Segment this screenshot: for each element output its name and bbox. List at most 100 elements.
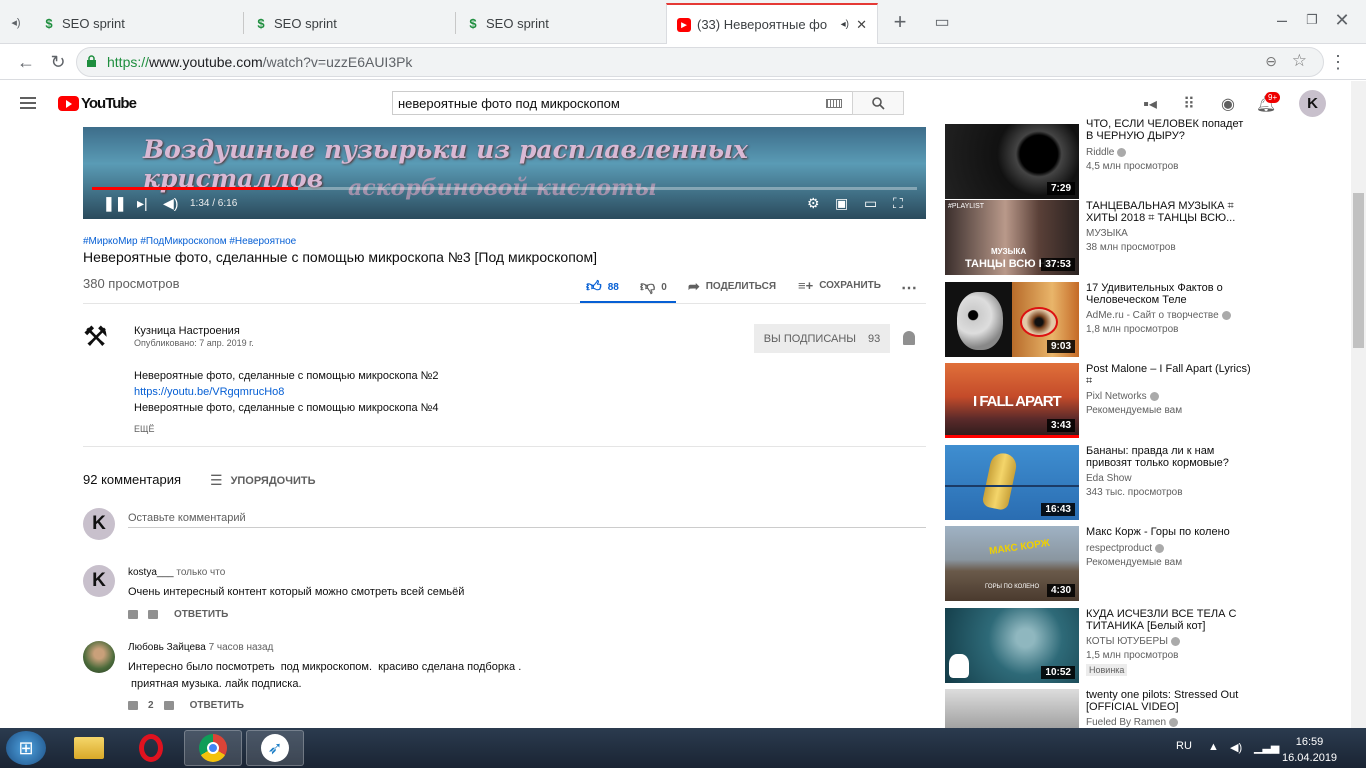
tab-audio-icon[interactable]: ◂) — [841, 19, 849, 30]
taskbar-opera[interactable] — [122, 730, 180, 766]
reply-button[interactable]: ОТВЕТИТЬ — [190, 700, 244, 711]
create-video-icon[interactable]: ▪◂ — [1140, 95, 1160, 113]
fullscreen-icon[interactable]: ⛶ — [893, 195, 903, 212]
time-display: 1:34 / 6:16 — [190, 198, 238, 209]
video-thumbnail: #PLAYLIST МУЗЫКА ТАНЦЫ ВСЮ НО 37:53 — [945, 200, 1079, 275]
save-button[interactable]: ≡+ СОХРАНИТЬ — [798, 278, 881, 293]
miniplayer-icon[interactable]: ▣ — [835, 195, 848, 212]
thumbnail-text: ГОРЫ ПО КОЛЕНО — [985, 584, 1040, 590]
scrollbar-thumb[interactable] — [1353, 193, 1364, 348]
browser-tab-2[interactable]: $ SEO sprint — [244, 3, 454, 44]
progress-bar[interactable] — [92, 187, 917, 190]
close-window-icon[interactable]: ✕ — [1330, 8, 1354, 32]
recommended-meta: 1,8 млн просмотров — [1086, 324, 1179, 335]
next-icon[interactable]: ▸| — [137, 195, 148, 212]
recommended-channel: КОТЫ ЮТУБЕРЫ — [1086, 636, 1180, 647]
verified-icon — [1221, 310, 1231, 320]
language-indicator[interactable]: RU — [1176, 740, 1192, 752]
divider — [83, 446, 926, 447]
verified-icon — [1171, 636, 1180, 646]
recommended-meta: 343 тыс. просмотров — [1086, 487, 1183, 498]
browser-tab-youtube[interactable]: ▶ (33) Невероятные фото, ◂) ✕ — [666, 3, 878, 44]
new-tab-icon[interactable]: + — [888, 9, 912, 34]
search-input[interactable]: невероятные фото под микроскопом — [392, 91, 853, 115]
recommended-meta: Рекомендуемые вам — [1086, 405, 1183, 416]
pause-icon[interactable]: ❚❚ — [103, 195, 126, 212]
browser-tab-3[interactable]: $ SEO sprint — [456, 3, 666, 44]
channel-avatar[interactable]: ⚒ — [83, 320, 121, 356]
menu-icon[interactable] — [20, 97, 36, 109]
recommended-video[interactable]: 16:43 Бананы: правда ли к нам привозят т… — [945, 445, 1365, 523]
thumbs-down-icon[interactable] — [163, 701, 174, 710]
recommended-video[interactable]: 9:03 17 Удивительных Фактов о Человеческ… — [945, 282, 1365, 360]
url-field[interactable]: https://www.youtube.com/watch?v=uzzE6AUI… — [76, 47, 1324, 77]
like-button[interactable]: 👍︎ 88 — [586, 278, 619, 296]
comment-avatar-photo[interactable] — [83, 641, 115, 673]
network-icon[interactable]: ▁▃▅ — [1254, 741, 1279, 754]
show-more-button[interactable]: ЕЩЁ — [134, 424, 154, 434]
dislike-button[interactable]: 👎︎ 0 — [640, 278, 667, 296]
taskbar-chrome[interactable] — [184, 730, 242, 766]
description-link[interactable]: https://youtu.be/VRgqmrucHo8 — [134, 386, 284, 398]
apps-icon[interactable]: ⠿ — [1179, 95, 1199, 113]
chrome-icon — [199, 734, 227, 762]
taskbar-app[interactable]: ➶ — [246, 730, 304, 766]
comment-actions: ОТВЕТИТЬ — [128, 609, 228, 620]
thumbnail-text: МАКС КОРЖ — [988, 537, 1051, 558]
reload-icon[interactable]: ↻ — [46, 50, 70, 74]
keyboard-icon[interactable] — [826, 99, 842, 108]
recommended-video[interactable]: #PLAYLIST МУЗЫКА ТАНЦЫ ВСЮ НО 37:53 ТАНЦ… — [945, 200, 1365, 278]
recommended-video[interactable]: 10:52 КУДА ИСЧЕЗЛИ ВСЕ ТЕЛА С ТИТАНИКА [… — [945, 608, 1365, 686]
account-avatar[interactable]: K — [1299, 90, 1326, 117]
add-comment-input[interactable]: Оставьте комментарий — [128, 512, 246, 524]
subscribed-button[interactable]: ВЫ ПОДПИСАНЫ 93 — [754, 324, 890, 353]
comment-avatar[interactable]: K — [83, 565, 115, 597]
thumbs-down-icon[interactable] — [148, 610, 158, 619]
page-scrollbar[interactable] — [1351, 81, 1366, 728]
comment-like-count: 2 — [148, 700, 154, 711]
youtube-play-icon — [58, 96, 79, 111]
tab-search-icon[interactable]: ▭ — [930, 10, 954, 34]
search-button[interactable] — [852, 91, 904, 115]
channel-bell-icon[interactable] — [903, 331, 915, 345]
recommended-video[interactable]: МАКС КОРЖ ГОРЫ ПО КОЛЕНО 4:30 Макс Корж … — [945, 526, 1365, 604]
publish-date: Опубликовано: 7 апр. 2019 г. — [134, 338, 254, 348]
channel-name[interactable]: Кузница Настроения — [134, 325, 240, 337]
settings-gear-icon[interactable]: ⚙ — [807, 195, 820, 212]
recommended-title: Макс Корж - Горы по колено — [1086, 526, 1230, 538]
opera-icon — [139, 734, 163, 762]
recommended-title: ТАНЦЕВАЛЬНАЯ МУЗЫКА ⌗ ХИТЫ 2018 ⌗ ТАНЦЫ … — [1086, 200, 1236, 224]
start-button[interactable]: ⊞ — [6, 731, 46, 765]
reply-button[interactable]: ОТВЕТИТЬ — [174, 609, 228, 620]
zoom-icon[interactable]: ⊖ — [1265, 53, 1277, 70]
sort-icon: ☰ — [210, 472, 223, 488]
messages-icon[interactable]: ◉ — [1218, 95, 1238, 113]
recommended-video[interactable]: twenty one pilots: Stressed Out [OFFICIA… — [945, 689, 1365, 728]
volume-tray-icon[interactable]: ◀) — [1230, 741, 1242, 754]
video-player[interactable]: Воздушные пузырьки из расплавленных крис… — [83, 127, 926, 219]
bookmark-star-icon[interactable]: ☆ — [1292, 51, 1307, 71]
system-clock[interactable]: 16:59 16.04.2019 — [1282, 734, 1337, 766]
taskbar-explorer[interactable] — [60, 730, 118, 766]
theater-mode-icon[interactable]: ▭ — [864, 195, 877, 212]
more-actions-icon[interactable]: ⋯ — [901, 278, 917, 298]
recommended-video[interactable]: 7:29 ЧТО, ЕСЛИ ЧЕЛОВЕК попадет В ЧЕРНУЮ … — [945, 118, 1365, 202]
youtube-logo[interactable]: YouTube — [58, 95, 137, 112]
close-tab-icon[interactable]: ✕ — [856, 17, 867, 33]
browser-tab-1[interactable]: $ SEO sprint — [32, 3, 242, 44]
restore-icon[interactable]: ❐ — [1300, 8, 1324, 32]
progress-fill — [92, 187, 299, 190]
back-icon[interactable]: ← — [14, 50, 38, 74]
recommended-video[interactable]: I FALL APART 3:43 Post Malone – I Fall A… — [945, 363, 1365, 441]
volume-icon[interactable]: ◀) — [163, 195, 178, 212]
browser-menu-icon[interactable]: ⋮ — [1326, 50, 1350, 74]
sort-comments-button[interactable]: ☰ УПОРЯДОЧИТЬ — [210, 472, 316, 489]
tab-audio-icon[interactable]: ◂) — [4, 10, 28, 34]
thumbs-up-icon[interactable] — [128, 610, 138, 619]
minimize-icon[interactable]: – — [1270, 8, 1294, 32]
thumbs-up-icon[interactable] — [128, 701, 138, 710]
share-button[interactable]: ➦ ПОДЕЛИТЬСЯ — [688, 278, 776, 295]
search-icon — [871, 96, 885, 110]
tray-expand-icon[interactable]: ▲ — [1208, 741, 1219, 753]
hashtags[interactable]: #МиркоМир #ПодМикроскопом #Невероятное — [83, 236, 296, 247]
